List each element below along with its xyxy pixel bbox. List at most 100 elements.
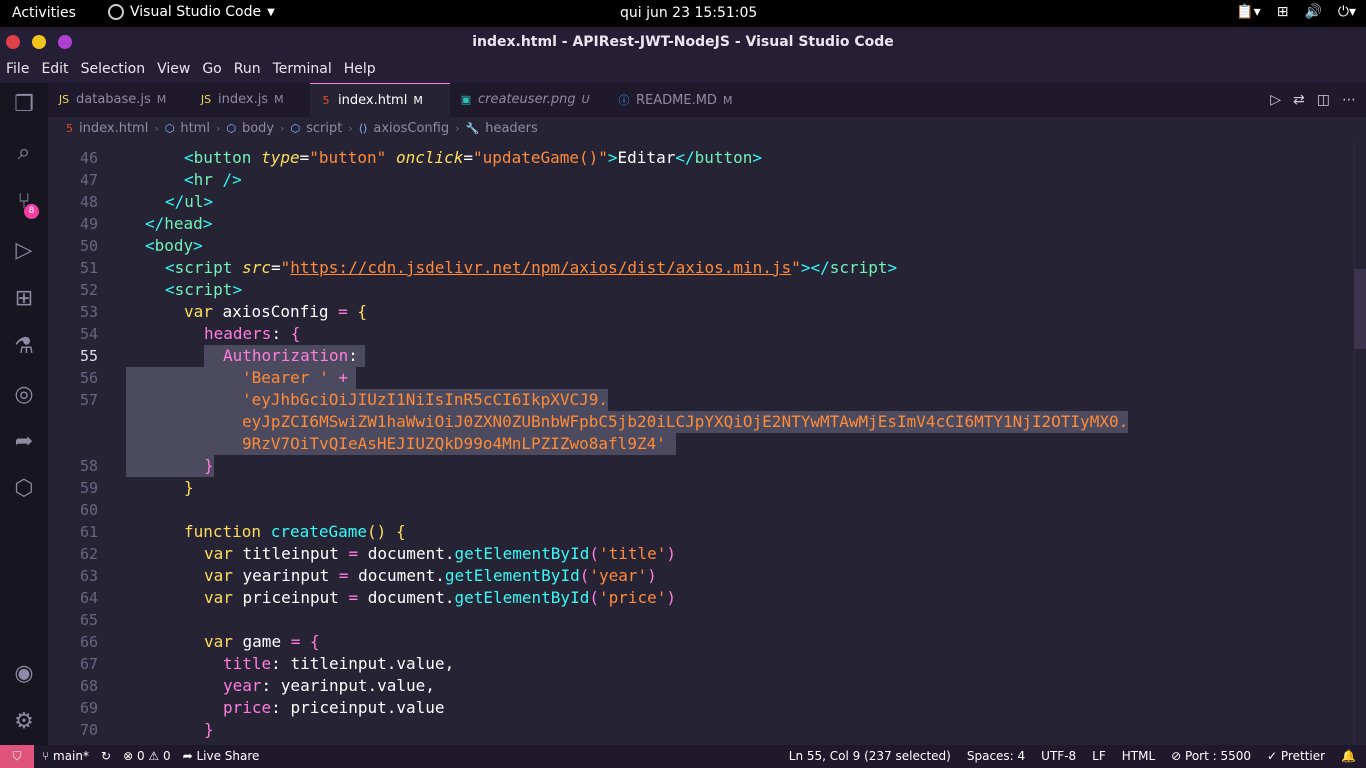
line-number: 70: [79, 721, 98, 739]
breadcrumb-item[interactable]: script: [306, 121, 342, 136]
remote-explorer-icon[interactable]: ◎: [10, 381, 38, 409]
line-number: 49: [79, 215, 98, 233]
menu-terminal[interactable]: Terminal: [273, 57, 338, 83]
breadcrumb-item[interactable]: axiosConfig: [373, 121, 449, 136]
editor-scrollbar[interactable]: [1354, 139, 1366, 745]
line-number: 64: [79, 589, 98, 607]
git-branch-icon: ⑂: [42, 749, 54, 763]
sync-icon[interactable]: ↻: [101, 749, 111, 763]
remote-indicator-icon[interactable]: ⛉: [0, 745, 34, 768]
notifications-bell-icon[interactable]: 🔔: [1341, 749, 1356, 763]
extensions-icon[interactable]: ⊞: [10, 285, 38, 313]
code-line-67: title: titleinput.value,: [223, 654, 455, 673]
live-share-status[interactable]: ➦ Live Share: [183, 749, 260, 763]
line-number: 58: [79, 457, 98, 475]
docker-icon[interactable]: ⬡: [10, 475, 38, 503]
search-icon[interactable]: ⌕: [10, 139, 38, 167]
run-icon[interactable]: ▷: [1270, 92, 1281, 108]
editor-tab-bar: JS database.js M JS index.js M 5 index.html M …: [48, 83, 1366, 117]
code-line-53: var axiosConfig = {: [184, 302, 368, 321]
tab-status: M: [413, 94, 423, 107]
code-line-46: <button type="button" onclick="updateGam…: [184, 148, 763, 167]
system-top-bar: Activities Visual Studio Code ▼ qui jun …: [0, 0, 1366, 27]
code-line-58: }: [204, 456, 214, 475]
menu-run[interactable]: Run: [234, 57, 267, 83]
code-line-52: <script>: [165, 280, 243, 299]
line-number: 60: [79, 501, 98, 519]
code-line-50: <body>: [145, 236, 203, 255]
tab-readme-md[interactable]: ⓘ README.MD M: [608, 83, 738, 117]
menu-go[interactable]: Go: [202, 57, 227, 83]
more-actions-icon[interactable]: ⋯: [1342, 92, 1356, 108]
tab-database-js[interactable]: JS database.js M: [48, 83, 188, 117]
prettier-status[interactable]: ✓ Prettier: [1267, 749, 1325, 763]
line-number: 56: [79, 369, 98, 387]
menu-view[interactable]: View: [157, 57, 196, 83]
volume-icon[interactable]: 🔊: [1304, 4, 1321, 20]
live-share-icon[interactable]: ➦: [10, 428, 38, 456]
broadcast-icon: ⊘: [1171, 749, 1186, 763]
line-number: 63: [79, 567, 98, 585]
cursor-position[interactable]: Ln 55, Col 9 (237 selected): [789, 749, 951, 763]
clipboard-icon[interactable]: 📋▾: [1236, 4, 1260, 20]
code-line-51: <script src="https://cdn.jsdelivr.net/np…: [165, 258, 898, 277]
breadcrumb-item[interactable]: html: [180, 121, 210, 136]
code-line-62: var titleinput = document.getElementById…: [204, 544, 677, 563]
variable-icon: ⟨⟩: [358, 121, 368, 135]
encoding[interactable]: UTF-8: [1041, 749, 1076, 763]
settings-gear-icon[interactable]: ⚙: [10, 708, 38, 736]
split-editor-icon[interactable]: ◫: [1317, 92, 1330, 108]
tab-label: index.js: [218, 92, 269, 107]
files-icon[interactable]: ❐: [10, 91, 38, 119]
clock[interactable]: qui jun 23 15:51:05: [620, 5, 757, 21]
code-line-64: var priceinput = document.getElementById…: [204, 588, 677, 607]
power-icon[interactable]: ⏻▾: [1338, 4, 1356, 20]
branch-status[interactable]: ⑂ main*: [42, 749, 89, 763]
language-mode[interactable]: HTML: [1122, 749, 1155, 763]
code-editor[interactable]: 46 47 48 49 50 51 52 53 54 55 56 57 58 5…: [48, 139, 1366, 745]
indentation[interactable]: Spaces: 4: [967, 749, 1025, 763]
live-server-status[interactable]: ⊘ Port : 5500: [1171, 749, 1251, 763]
run-debug-icon[interactable]: ▷: [10, 237, 38, 265]
chevron-right-icon: ›: [348, 121, 353, 135]
code-line-69: price: priceinput.value: [223, 698, 445, 717]
menu-selection[interactable]: Selection: [81, 57, 152, 83]
tab-status: M: [156, 93, 167, 106]
breadcrumb: 5 index.html › ⬡ html › ⬡ body › ⬡ scrip…: [48, 117, 1366, 139]
chevron-right-icon: ›: [154, 121, 159, 135]
tab-label: database.js: [76, 92, 151, 107]
tab-index-js[interactable]: JS index.js M: [190, 83, 310, 117]
open-changes-icon[interactable]: ⇄: [1293, 92, 1305, 108]
menu-edit[interactable]: Edit: [41, 57, 74, 83]
breadcrumb-item[interactable]: index.html: [79, 121, 148, 136]
menu-file[interactable]: File: [6, 57, 35, 83]
scrollbar-thumb[interactable]: [1354, 269, 1366, 349]
tab-createuser-png[interactable]: ▣ createuser.png U: [450, 83, 608, 117]
app-menu[interactable]: Visual Studio Code ▼: [108, 4, 275, 20]
line-number: 61: [79, 523, 98, 541]
info-icon: ⓘ: [618, 94, 630, 107]
tab-index-html[interactable]: 5 index.html M: [310, 83, 450, 117]
line-number: 68: [79, 677, 98, 695]
network-icon[interactable]: ⊞: [1277, 4, 1289, 20]
activities-button[interactable]: Activities: [12, 5, 76, 21]
end-of-line[interactable]: LF: [1092, 749, 1106, 763]
breadcrumb-item[interactable]: headers: [485, 121, 538, 136]
line-number: 69: [79, 699, 98, 717]
line-number: 66: [79, 633, 98, 651]
javascript-file-icon: JS: [200, 93, 212, 106]
menu-help[interactable]: Help: [344, 57, 382, 83]
code-area[interactable]: <button type="button" onclick="updateGam…: [126, 139, 1346, 745]
problems-status[interactable]: ⊗ 0 ⚠ 0: [123, 749, 171, 763]
breadcrumb-item[interactable]: body: [242, 121, 274, 136]
chevron-right-icon: ›: [280, 121, 285, 135]
check-icon: ✓: [1267, 749, 1281, 763]
scm-badge: 8: [24, 204, 39, 219]
code-line-63: var yearinput = document.getElementById(…: [204, 566, 657, 585]
tab-status: U: [581, 93, 590, 106]
code-line-49: </head>: [145, 214, 213, 233]
line-number: 67: [79, 655, 98, 673]
code-line-70: }: [204, 720, 214, 739]
account-icon[interactable]: ◉: [10, 660, 38, 688]
testing-icon[interactable]: ⚗: [10, 333, 38, 361]
